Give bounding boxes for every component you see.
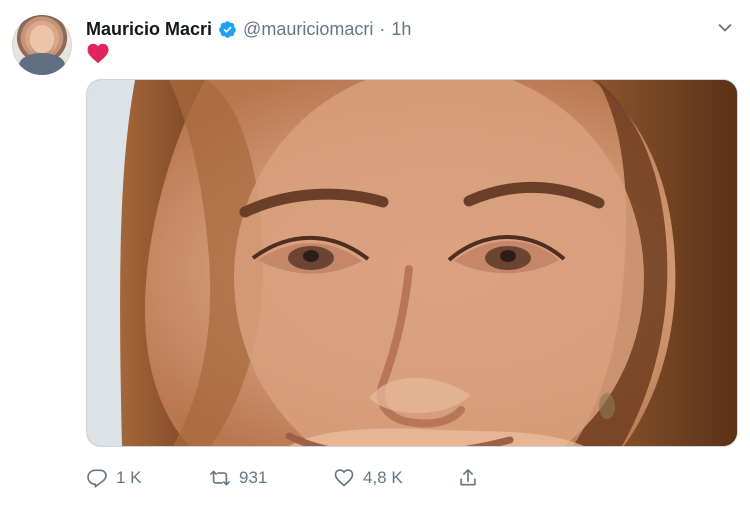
- reply-icon: [87, 469, 107, 488]
- reply-button[interactable]: 1 K: [86, 465, 209, 491]
- time-separator: ·: [379, 18, 386, 39]
- heart-icon: [87, 43, 109, 64]
- tweet-actions: 1 K 931 4,8 K: [86, 465, 506, 491]
- verified-badge-icon: [219, 20, 236, 38]
- tweet-time[interactable]: 1h: [391, 19, 411, 40]
- share-icon: [460, 469, 476, 486]
- like-count: 4,8 K: [363, 468, 403, 487]
- share-button[interactable]: [457, 465, 497, 491]
- retweet-count: 931: [239, 468, 268, 487]
- author-name[interactable]: Mauricio Macri: [86, 19, 212, 40]
- author-handle[interactable]: @mauriciomacri: [243, 19, 373, 40]
- tweet-header: Mauricio Macri @mauriciomacri · 1h: [86, 15, 411, 43]
- like-button[interactable]: 4,8 K: [333, 465, 457, 491]
- author-avatar[interactable]: [12, 15, 72, 75]
- retweet-icon: [210, 470, 230, 486]
- tweet[interactable]: Mauricio Macri @mauriciomacri · 1h 1 K 9…: [0, 0, 750, 505]
- retweet-button[interactable]: 931: [209, 465, 333, 491]
- tweet-media-image[interactable]: [86, 79, 738, 447]
- reply-count: 1 K: [116, 468, 142, 487]
- like-icon: [334, 469, 354, 487]
- chevron-down-icon[interactable]: [715, 18, 735, 38]
